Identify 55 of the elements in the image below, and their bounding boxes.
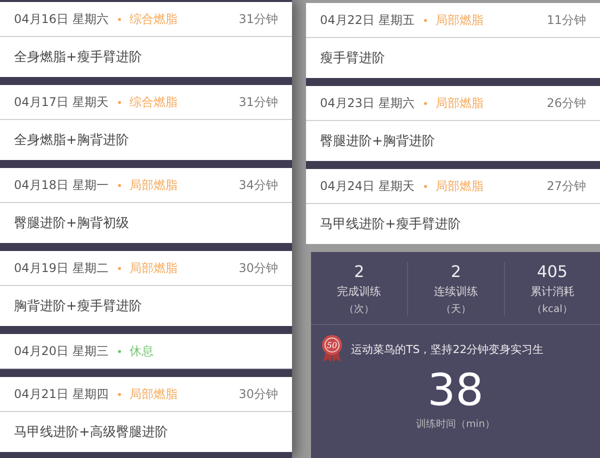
category-label: 局部燃脂 xyxy=(129,386,178,402)
stat-value: 2 xyxy=(450,262,462,281)
plan-title: 马甲线进阶+高级臀腿进阶 xyxy=(14,424,168,441)
day-card[interactable]: 04月20日 星期三 休息 xyxy=(0,334,292,369)
stat-label: 完成训练 xyxy=(337,284,382,299)
day-date: 04月24日 星期天 xyxy=(320,178,414,194)
category-label: 综合燃脂 xyxy=(129,10,178,28)
day-card[interactable]: 04月16日 星期六 综合燃脂 31分钟 全身燃脂+瘦手臂进阶 xyxy=(0,2,292,77)
category-label: 休息 xyxy=(129,342,154,360)
stat-value: 405 xyxy=(537,262,568,281)
category-label: 局部燃脂 xyxy=(435,178,484,194)
day-card[interactable]: 04月22日 星期五 局部燃脂 11分钟 瘦手臂进阶 xyxy=(306,3,600,78)
stat-label: 连续训练 xyxy=(434,284,478,299)
day-card[interactable]: 04月17日 星期天 综合燃脂 31分钟 全身燃脂+胸背进阶 xyxy=(0,85,292,160)
plan-title: 瘦手臂进阶 xyxy=(320,50,385,67)
day-card[interactable]: 04月23日 星期六 局部燃脂 26分钟 臀腿进阶+胸背进阶 xyxy=(306,86,600,161)
badge-message: 运动菜鸟的TS，坚持22分钟变身实习生 xyxy=(351,342,544,356)
day-date: 04月16日 星期六 xyxy=(14,10,108,28)
day-date: 04月20日 星期三 xyxy=(14,342,108,360)
stat-value: 2 xyxy=(354,262,364,281)
day-card[interactable]: 04月19日 星期二 局部燃脂 30分钟 胸背进阶+瘦手臂进阶 xyxy=(0,251,292,326)
category-label: 局部燃脂 xyxy=(435,94,484,112)
day-card[interactable]: 04月24日 星期天 局部燃脂 27分钟 马甲线进阶+瘦手臂进阶 xyxy=(306,169,600,244)
day-date: 04月22日 星期五 xyxy=(320,12,414,28)
duration-label: 34分钟 xyxy=(238,176,278,194)
duration-label: 27分钟 xyxy=(546,178,586,194)
duration-label: 30分钟 xyxy=(238,386,278,402)
plan-title: 胸背进阶+瘦手臂进阶 xyxy=(14,298,142,315)
day-date: 04月17日 星期天 xyxy=(14,94,108,110)
day-date: 04月21日 星期四 xyxy=(14,386,108,402)
plan-title: 臀腿进阶+胸背初级 xyxy=(14,215,129,232)
stat-unit: （天） xyxy=(440,303,471,316)
day-card[interactable]: 04月21日 星期四 局部燃脂 30分钟 马甲线进阶+高级臀腿进阶 xyxy=(0,377,292,452)
day-card[interactable]: 04月18日 星期一 局部燃脂 34分钟 臀腿进阶+胸背初级 xyxy=(0,168,292,243)
training-time-value: 38 xyxy=(428,365,484,416)
training-time-label: 训练时间（min） xyxy=(416,419,495,430)
stat-label: 累计消耗 xyxy=(530,284,574,299)
plan-title: 全身燃脂+瘦手臂进阶 xyxy=(14,49,142,66)
duration-label: 11分钟 xyxy=(546,12,586,28)
stat-unit: （kcal） xyxy=(532,303,572,316)
plan-title: 臀腿进阶+胸背进阶 xyxy=(320,133,435,150)
plan-title: 马甲线进阶+瘦手臂进阶 xyxy=(320,216,461,233)
duration-label: 31分钟 xyxy=(238,10,278,28)
day-date: 04月19日 星期二 xyxy=(14,260,108,276)
duration-label: 26分钟 xyxy=(546,94,586,112)
category-label: 局部燃脂 xyxy=(435,12,484,28)
duration-label: 30分钟 xyxy=(238,260,278,276)
duration-label: 31分钟 xyxy=(238,94,278,110)
stat-unit: （次） xyxy=(344,303,374,316)
category-label: 局部燃脂 xyxy=(129,260,178,276)
category-label: 综合燃脂 xyxy=(129,94,178,110)
plan-title: 全身燃脂+胸背进阶 xyxy=(14,132,129,149)
category-label: 局部燃脂 xyxy=(129,176,178,194)
day-date: 04月18日 星期一 xyxy=(14,176,108,194)
day-date: 04月23日 星期六 xyxy=(320,94,414,112)
